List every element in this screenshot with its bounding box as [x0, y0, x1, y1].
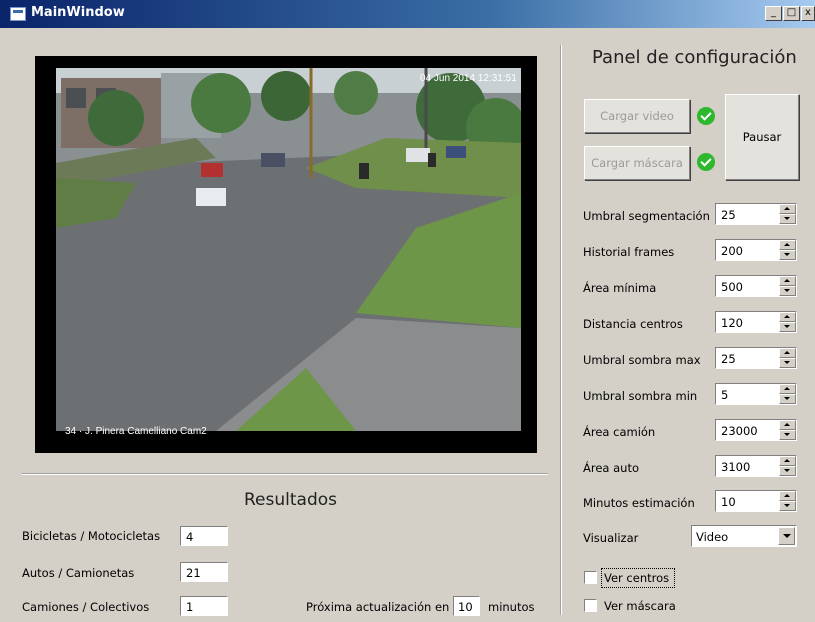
historial-frames-spinbox[interactable]: 200: [715, 239, 797, 261]
spinbox-value: 10: [721, 495, 736, 509]
bicicletas-count-field[interactable]: 4: [180, 526, 228, 546]
load-video-button[interactable]: Cargar video: [584, 99, 690, 133]
ver-mascara-label[interactable]: Ver máscara: [604, 599, 676, 613]
traffic-camera-image: [56, 68, 521, 431]
spin-down-icon[interactable]: [779, 466, 796, 476]
spin-down-icon[interactable]: [779, 501, 796, 511]
horizontal-separator: [22, 473, 548, 475]
autos-count-field[interactable]: 21: [180, 562, 228, 582]
spin-up-icon[interactable]: [779, 384, 796, 394]
window-title: MainWindow: [31, 5, 125, 20]
label-umbral-segmentacion: Umbral segmentación: [583, 209, 710, 223]
label-bicicletas: Bicicletas / Motocicletas: [22, 529, 161, 543]
ver-centros-checkbox[interactable]: [584, 571, 597, 584]
spin-down-icon[interactable]: [779, 250, 796, 260]
spinbox-value: 500: [721, 280, 743, 294]
spin-up-icon[interactable]: [779, 420, 796, 430]
spin-down-icon[interactable]: [779, 214, 796, 224]
label-area-camion: Área camión: [583, 425, 656, 439]
results-title: Resultados: [244, 490, 337, 510]
video-timestamp: 04 Jun 2014 12:31:51: [420, 73, 517, 84]
video-caption: 34 · J. Pinera Camelliano Cam2: [65, 426, 207, 437]
area-auto-spinbox[interactable]: 3100: [715, 455, 797, 477]
vertical-separator: [560, 45, 562, 615]
field-value: 10: [458, 600, 473, 614]
load-mask-button[interactable]: Cargar máscara: [584, 146, 690, 180]
spin-up-icon[interactable]: [779, 204, 796, 214]
field-value: 1: [186, 600, 194, 614]
maximize-button[interactable]: □: [783, 6, 800, 21]
visualizar-select[interactable]: Video: [691, 525, 797, 547]
minutes-label: minutos: [488, 600, 535, 614]
next-update-field[interactable]: 10: [453, 596, 480, 616]
distancia-centros-spinbox[interactable]: 120: [715, 311, 797, 333]
area-camion-spinbox[interactable]: 23000: [715, 419, 797, 441]
field-value: 21: [186, 566, 201, 580]
spinbox-value: 200: [721, 244, 743, 258]
spin-down-icon[interactable]: [779, 358, 796, 368]
spin-up-icon[interactable]: [779, 491, 796, 501]
spin-up-icon[interactable]: [779, 348, 796, 358]
next-update-label: Próxima actualización en: [306, 600, 450, 614]
ver-mascara-checkbox[interactable]: [584, 599, 597, 612]
spinbox-value: 25: [721, 352, 736, 366]
umbral-segmentacion-spinbox[interactable]: 25: [715, 203, 797, 225]
spinbox-value: 5: [721, 388, 729, 402]
minimize-button[interactable]: _: [765, 6, 782, 21]
spin-down-icon[interactable]: [779, 394, 796, 404]
label-autos: Autos / Camionetas: [22, 566, 135, 580]
label-umbral-sombra-min: Umbral sombra min: [583, 389, 698, 403]
label-distancia-centros: Distancia centros: [583, 317, 683, 331]
label-area-minima: Área mínima: [583, 281, 657, 295]
close-button[interactable]: x: [801, 6, 815, 21]
label-umbral-sombra-max: Umbral sombra max: [583, 353, 701, 367]
select-value: Video: [696, 530, 729, 544]
pause-button[interactable]: Pausar: [725, 94, 799, 180]
area-minima-spinbox[interactable]: 500: [715, 275, 797, 297]
label-camiones: Camiones / Colectivos: [22, 600, 150, 614]
spin-down-icon[interactable]: [779, 322, 796, 332]
video-loaded-check-icon: [697, 107, 715, 125]
spin-up-icon[interactable]: [779, 240, 796, 250]
spin-up-icon[interactable]: [779, 276, 796, 286]
config-panel-title: Panel de configuración: [592, 47, 797, 68]
label-area-auto: Área auto: [583, 461, 640, 475]
spin-down-icon[interactable]: [779, 430, 796, 440]
label-historial-frames: Historial frames: [583, 245, 675, 259]
minutos-estimacion-spinbox[interactable]: 10: [715, 490, 797, 512]
label-visualizar: Visualizar: [583, 531, 639, 545]
app-icon: [10, 7, 26, 21]
mask-loaded-check-icon: [697, 153, 715, 171]
umbral-sombra-min-spinbox[interactable]: 5: [715, 383, 797, 405]
camiones-count-field[interactable]: 1: [180, 596, 228, 616]
title-bar: MainWindow _ □ x: [0, 0, 815, 28]
label-minutos-estimacion: Minutos estimación: [583, 496, 695, 510]
field-value: 4: [186, 530, 194, 544]
spin-down-icon[interactable]: [779, 286, 796, 296]
spinbox-value: 120: [721, 316, 743, 330]
spinbox-value: 3100: [721, 460, 751, 474]
video-frame: 04 Jun 2014 12:31:51 34 · J. Pinera Came…: [35, 56, 537, 453]
umbral-sombra-max-spinbox[interactable]: 25: [715, 347, 797, 369]
spinbox-value: 25: [721, 208, 736, 222]
spin-up-icon[interactable]: [779, 312, 796, 322]
ver-centros-label[interactable]: Ver centros: [604, 571, 669, 585]
chevron-down-icon[interactable]: [778, 527, 795, 545]
spinbox-value: 23000: [721, 424, 758, 438]
spin-up-icon[interactable]: [779, 456, 796, 466]
